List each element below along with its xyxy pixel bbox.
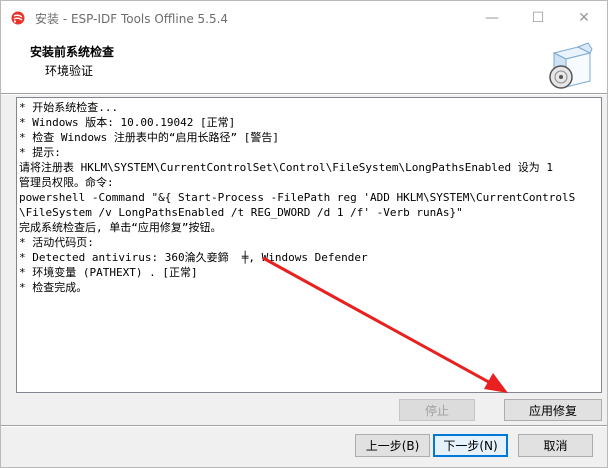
log-line: * 检查 Windows 注册表中的“启用长路径” [警告] xyxy=(19,131,279,144)
next-button[interactable]: 下一步(N) xyxy=(433,434,508,457)
log-line: * 检查完成。 xyxy=(19,281,88,294)
footer-divider xyxy=(1,425,607,427)
log-line: * 开始系统检查... xyxy=(19,101,119,114)
apply-fix-button[interactable]: 应用修复 xyxy=(504,399,602,421)
software-box-icon xyxy=(549,42,593,89)
log-line: \FileSystem /v LongPathsEnabled /t REG_D… xyxy=(19,206,463,219)
maximize-button[interactable]: ☐ xyxy=(515,1,561,35)
stop-button[interactable]: 停止 xyxy=(399,399,475,421)
log-line: * 环境变量 (PATHEXT) . [正常] xyxy=(19,266,198,279)
log-line: 完成系统检查后, 单击“应用修复”按钮。 xyxy=(19,221,222,234)
header-divider xyxy=(1,93,607,95)
log-line: 管理员权限。命令: xyxy=(19,176,114,189)
page-title: 安装前系统检查 xyxy=(30,45,115,59)
log-line: * 提示: xyxy=(19,146,61,159)
log-line: 请将注册表 HKLM\SYSTEM\CurrentControlSet\Cont… xyxy=(19,161,553,174)
espressif-logo-icon xyxy=(11,11,25,25)
log-line: * Detected antivirus: 360淪久妾鍗 ╪, Windows… xyxy=(19,251,368,264)
title-bar[interactable]: 安装 - ESP-IDF Tools Offline 5.5.4 — ☐ ✕ xyxy=(1,1,607,35)
wizard-header: 安装前系统检查 环境验证 xyxy=(1,35,607,93)
minimize-button[interactable]: — xyxy=(469,1,515,35)
installer-window: 安装 - ESP-IDF Tools Offline 5.5.4 — ☐ ✕ 安… xyxy=(0,0,608,468)
page-subtitle: 环境验证 xyxy=(45,64,94,78)
close-button[interactable]: ✕ xyxy=(561,1,607,35)
cancel-button[interactable]: 取消 xyxy=(518,434,593,457)
log-line: powershell -Command "&{ Start-Process -F… xyxy=(19,191,576,204)
window-title: 安装 - ESP-IDF Tools Offline 5.5.4 xyxy=(35,12,229,26)
log-line: * 活动代码页: xyxy=(19,236,94,249)
back-button[interactable]: 上一步(B) xyxy=(355,434,430,457)
check-log-textbox[interactable]: * 开始系统检查... * Windows 版本: 10.00.19042 [正常… xyxy=(16,97,602,393)
log-line: * Windows 版本: 10.00.19042 [正常] xyxy=(19,116,236,129)
